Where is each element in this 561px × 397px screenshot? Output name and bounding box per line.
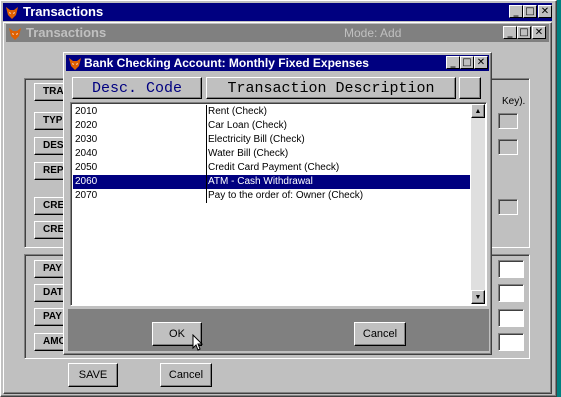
maximize-icon[interactable]: □ xyxy=(517,26,531,39)
list-item-code: 2050 xyxy=(75,162,98,173)
close-icon[interactable]: ✕ xyxy=(532,26,546,39)
dialog-footer xyxy=(68,309,489,351)
list-item-description: Pay to the order of: Owner (Check) xyxy=(206,189,364,203)
list-item-code: 2060 xyxy=(75,176,98,187)
close-icon[interactable]: ✕ xyxy=(474,56,488,69)
list-rows: 2010 Rent (Check) 2020 Car Loan (Check) 2030… xyxy=(73,105,470,303)
main-window-title: Transactions xyxy=(23,4,104,19)
list-item-description: ATM - Cash Withdrawal xyxy=(206,175,313,189)
fox-icon xyxy=(69,57,81,75)
list-item-description: Water Bill (Check) xyxy=(206,147,289,161)
maximize-icon[interactable]: □ xyxy=(460,56,474,69)
scroll-up-icon[interactable]: ▲ xyxy=(471,104,485,118)
scroll-down-icon[interactable]: ▼ xyxy=(471,290,485,304)
column-header-description[interactable]: Transaction Description xyxy=(206,77,456,99)
list-item[interactable]: 2050 Credit Card Payment (Check) xyxy=(73,161,470,175)
list-item-code: 2010 xyxy=(75,106,98,117)
list-item-description: Car Loan (Check) xyxy=(206,119,287,133)
list-item-description: Credit Card Payment (Check) xyxy=(206,161,340,175)
sub-titlebar[interactable]: Transactions Mode: Add _ □ ✕ xyxy=(6,24,549,42)
list-item-code: 2020 xyxy=(75,120,98,131)
right-field-1[interactable] xyxy=(498,113,518,129)
mouse-cursor-icon xyxy=(192,334,204,351)
list-item[interactable]: 2010 Rent (Check) xyxy=(73,105,470,119)
right-field-3[interactable] xyxy=(498,199,518,215)
list-item[interactable]: 2070 Pay to the order of: Owner (Check) xyxy=(73,189,470,203)
vertical-scrollbar[interactable]: ▲ ▼ xyxy=(471,104,485,304)
list-item-code: 2030 xyxy=(75,134,98,145)
cancel-button[interactable]: Cancel xyxy=(160,363,212,387)
minimize-icon[interactable]: _ xyxy=(503,26,517,39)
save-button[interactable]: SAVE xyxy=(68,363,118,387)
right-field-2[interactable] xyxy=(498,139,518,155)
list-item[interactable]: 2030 Electricity Bill (Check) xyxy=(73,133,470,147)
list-item[interactable]: 2040 Water Bill (Check) xyxy=(73,147,470,161)
minimize-icon[interactable]: _ xyxy=(446,56,460,69)
list-item-code: 2040 xyxy=(75,148,98,159)
lookup-dialog: Bank Checking Account: Monthly Fixed Exp… xyxy=(63,52,492,355)
dialog-cancel-button[interactable]: Cancel xyxy=(354,322,406,346)
transaction-list[interactable]: 2010 Rent (Check) 2020 Car Loan (Check) 2030… xyxy=(70,102,487,306)
right-field-amount[interactable] xyxy=(498,333,524,351)
sub-window-title: Transactions xyxy=(26,25,107,40)
mode-indicator: Mode: Add xyxy=(344,26,402,40)
column-header-code[interactable]: Desc. Code xyxy=(72,77,202,99)
right-field-pay[interactable] xyxy=(498,260,524,278)
list-item-code: 2070 xyxy=(75,190,98,201)
list-item[interactable]: 2020 Car Loan (Check) xyxy=(73,119,470,133)
right-field-pay-2[interactable] xyxy=(498,309,524,327)
list-item-description: Rent (Check) xyxy=(206,105,267,119)
list-item-description: Electricity Bill (Check) xyxy=(206,133,305,147)
main-titlebar[interactable]: Transactions _ □ ✕ xyxy=(3,3,552,21)
fox-icon xyxy=(9,27,21,45)
column-header-filler xyxy=(459,77,481,99)
dialog-titlebar[interactable]: Bank Checking Account: Monthly Fixed Exp… xyxy=(66,55,489,71)
maximize-icon[interactable]: □ xyxy=(523,5,537,18)
key-hint: Key). xyxy=(502,96,526,107)
minimize-icon[interactable]: _ xyxy=(509,5,523,18)
dialog-title: Bank Checking Account: Monthly Fixed Exp… xyxy=(84,56,369,70)
right-field-date[interactable] xyxy=(498,284,524,302)
close-icon[interactable]: ✕ xyxy=(538,5,552,18)
list-item[interactable]: 2060 ATM - Cash Withdrawal xyxy=(73,175,470,189)
